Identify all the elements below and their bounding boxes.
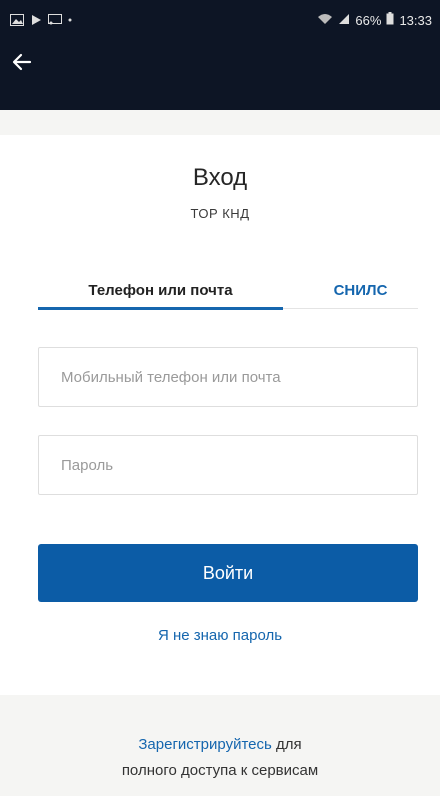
back-button[interactable] [4, 46, 40, 82]
page-title: Вход [192, 164, 248, 191]
play-icon [30, 14, 42, 26]
signal-icon [338, 13, 350, 28]
gallery-icon [10, 14, 24, 26]
login-button[interactable]: Войти [38, 544, 418, 602]
tab-label: СНИЛС [333, 281, 388, 299]
cast-icon [48, 14, 62, 26]
dot-icon [68, 18, 72, 22]
app-bar [0, 40, 440, 110]
status-bar: 66% 13:33 [0, 0, 440, 40]
battery-icon [386, 12, 394, 28]
wifi-icon [317, 13, 333, 28]
login-input[interactable] [38, 347, 418, 407]
tab-snils[interactable]: СНИЛС [303, 273, 418, 307]
battery-percent: 66% [355, 12, 382, 28]
login-tabs: Телефон или почта СНИЛС [38, 273, 418, 310]
register-line-1: Зарегистрируйтесь для [0, 732, 440, 758]
arrow-left-icon [12, 53, 32, 76]
login-card: Вход ТОР КНД Телефон или почта СНИЛС Вой… [0, 135, 440, 695]
active-tab-indicator [38, 307, 283, 310]
clock: 13:33 [399, 12, 432, 28]
tab-phone-or-email[interactable]: Телефон или почта [38, 273, 283, 307]
forgot-password-link[interactable]: Я не знаю пароль [0, 627, 440, 644]
password-input[interactable] [38, 435, 418, 495]
register-prompt: Зарегистрируйтесь для полного доступа к … [0, 732, 440, 784]
tab-label: Телефон или почта [88, 281, 233, 299]
status-left [10, 14, 72, 26]
status-right: 66% 13:33 [317, 12, 432, 28]
register-link[interactable]: Зарегистрируйтесь [138, 736, 271, 753]
page-subtitle: ТОР КНД [190, 206, 250, 221]
register-line-2: полного доступа к сервисам [121, 762, 319, 779]
register-text-after: для [271, 736, 302, 753]
